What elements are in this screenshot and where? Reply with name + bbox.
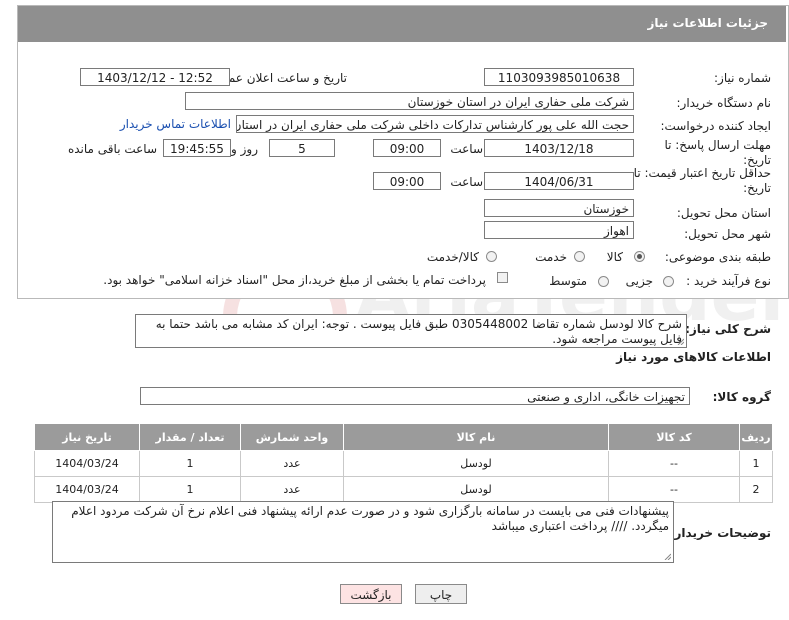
announce-datetime-field: 1403/12/12 - 12:52 [80, 68, 230, 86]
goods-table: ردیف کد کالا نام کالا واحد شمارش تعداد /… [34, 423, 773, 503]
category-option-goods-service: کالا/خدمت [426, 250, 479, 264]
price-validity-time-label: ساعت [450, 175, 483, 189]
panel-header: جزئیات اطلاعات نیاز [18, 6, 786, 42]
col-unit: واحد شمارش [240, 423, 344, 451]
buyer-org-field: شرکت ملی حفاری ایران در استان خوزستان [185, 92, 634, 110]
goods-section-title: اطلاعات کالاهای مورد نیاز [616, 350, 771, 364]
category-radio-goods-service[interactable] [486, 251, 497, 262]
general-description-textarea[interactable]: شرح کالا لودسل شماره تقاضا 0305448002 طب… [135, 314, 687, 348]
reply-deadline-time-label: ساعت [450, 142, 483, 156]
remaining-time-field: 19:45:55 [163, 139, 231, 157]
delivery-province-label: استان محل تحویل: [676, 206, 771, 220]
resize-handle-icon[interactable] [664, 553, 671, 560]
purchase-type-radio-minor[interactable] [663, 276, 674, 287]
back-button[interactable]: بازگشت [340, 584, 402, 604]
price-validity-label-line1: حداقل تاریخ اعتبار قیمت: تا [633, 166, 771, 180]
reply-deadline-label-line2: تاریخ: [743, 153, 771, 167]
cell-row-number: 1 [739, 450, 773, 477]
price-validity-time-field: 09:00 [373, 172, 441, 190]
cell-goods-code: -- [608, 450, 740, 477]
remaining-days-label: روز و [231, 142, 258, 156]
general-description-label: شرح کلی نیاز: [685, 322, 771, 336]
col-quantity: تعداد / مقدار [139, 423, 241, 451]
requester-label: ایجاد کننده درخواست: [660, 119, 771, 133]
category-radio-service[interactable] [574, 251, 585, 262]
delivery-city-label: شهر محل تحویل: [684, 227, 771, 241]
table-row: 2 -- لودسل عدد 1 1404/03/24 [34, 476, 773, 503]
reply-deadline-date-field: 1403/12/18 [484, 139, 634, 157]
resize-handle-icon[interactable] [677, 338, 684, 345]
reply-deadline-time-field: 09:00 [373, 139, 441, 157]
price-validity-label-line2: تاریخ: [743, 181, 771, 195]
remaining-time-label: ساعت باقی مانده [67, 142, 157, 156]
panel-title: جزئیات اطلاعات نیاز [647, 16, 768, 30]
cell-unit: عدد [240, 450, 344, 477]
col-row-number: ردیف [739, 423, 773, 451]
cell-need-date: 1404/03/24 [34, 450, 140, 477]
cell-quantity: 1 [139, 450, 241, 477]
delivery-city-field: اهواز [484, 221, 634, 239]
buyer-org-label: نام دستگاه خریدار: [676, 96, 772, 110]
treasury-payment-checkbox[interactable] [497, 272, 508, 283]
purchase-type-option-minor: جزیی [625, 274, 653, 288]
buyer-contact-link[interactable]: اطلاعات تماس خریدار [120, 117, 231, 131]
cell-goods-code: -- [608, 476, 740, 503]
purchase-type-label: نوع فرآیند خرید : [686, 274, 771, 288]
category-option-goods: کالا [606, 250, 623, 264]
purchase-type-radio-medium[interactable] [598, 276, 609, 287]
price-validity-date-field: 1404/06/31 [484, 172, 634, 190]
buyer-notes-label: توضیحات خریدار: [669, 526, 771, 540]
goods-group-field: تجهیزات خانگی، اداری و صنعتی [140, 387, 690, 405]
requester-field: حجت الله علی پور کارشناس تدارکات داخلی ش… [236, 115, 634, 133]
category-label: طبقه بندی موضوعی: [664, 250, 771, 264]
cell-row-number: 2 [739, 476, 773, 503]
table-row: 1 -- لودسل عدد 1 1404/03/24 [34, 450, 773, 477]
table-header-row: ردیف کد کالا نام کالا واحد شمارش تعداد /… [34, 423, 773, 451]
category-option-service: خدمت [535, 250, 567, 264]
cell-quantity: 1 [139, 476, 241, 503]
col-goods-code: کد کالا [608, 423, 740, 451]
need-number-label: شماره نیاز: [714, 71, 771, 85]
cell-need-date: 1404/03/24 [34, 476, 140, 503]
category-radio-goods[interactable] [634, 251, 645, 262]
col-goods-name: نام کالا [343, 423, 609, 451]
general-description-text: شرح کالا لودسل شماره تقاضا 0305448002 طب… [155, 317, 682, 346]
delivery-province-field: خوزستان [484, 199, 634, 217]
reply-deadline-label-line1: مهلت ارسال پاسخ: تا [664, 138, 771, 152]
buyer-notes-text: پیشنهادات فنی می بایست در سامانه بارگزار… [71, 504, 669, 533]
cell-goods-name: لودسل [343, 476, 609, 503]
print-button[interactable]: چاپ [415, 584, 467, 604]
goods-group-label: گروه کالا: [712, 390, 771, 404]
buyer-notes-textarea[interactable]: پیشنهادات فنی می بایست در سامانه بارگزار… [52, 501, 674, 563]
purchase-type-option-medium: متوسط [549, 274, 587, 288]
treasury-payment-text: پرداخت تمام یا بخشی از مبلغ خرید،از محل … [103, 273, 486, 287]
cell-unit: عدد [240, 476, 344, 503]
need-number-field: 1103093985010638 [484, 68, 634, 86]
remaining-days-field: 5 [269, 139, 335, 157]
col-need-date: تاریخ نیاز [34, 423, 140, 451]
cell-goods-name: لودسل [343, 450, 609, 477]
